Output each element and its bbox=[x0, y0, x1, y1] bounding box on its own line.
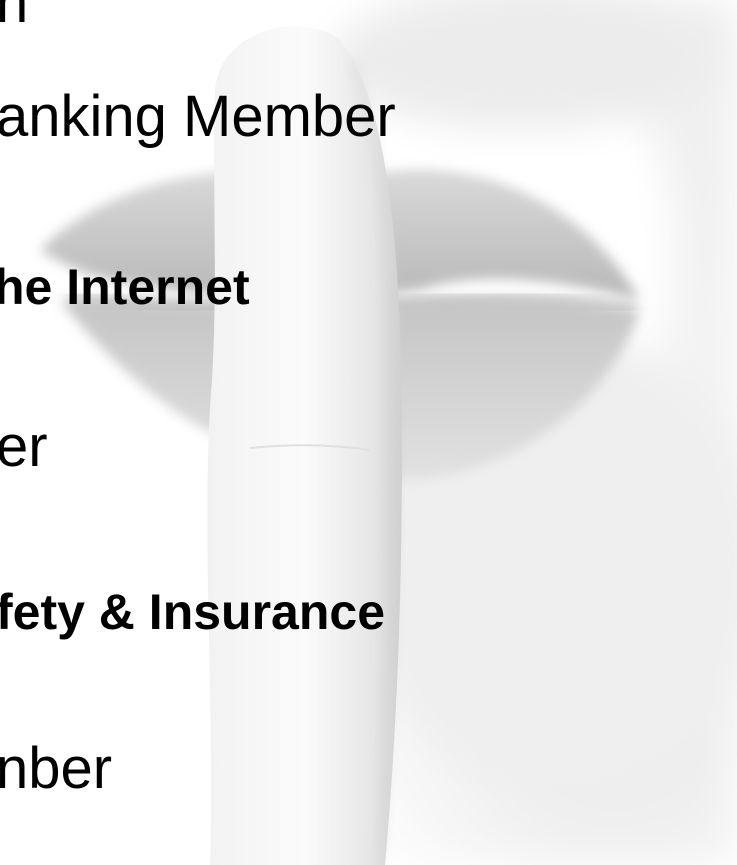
slide-text-line-4: er bbox=[0, 414, 48, 479]
slide-text-line-1: n bbox=[0, 0, 29, 35]
slide-text-line-6: nber bbox=[0, 736, 113, 801]
slide-heading-safety-insurance: fety & Insurance bbox=[0, 584, 386, 640]
slide-text-line-2: anking Member bbox=[0, 84, 396, 149]
slide-heading-internet: he Internet bbox=[0, 259, 250, 315]
